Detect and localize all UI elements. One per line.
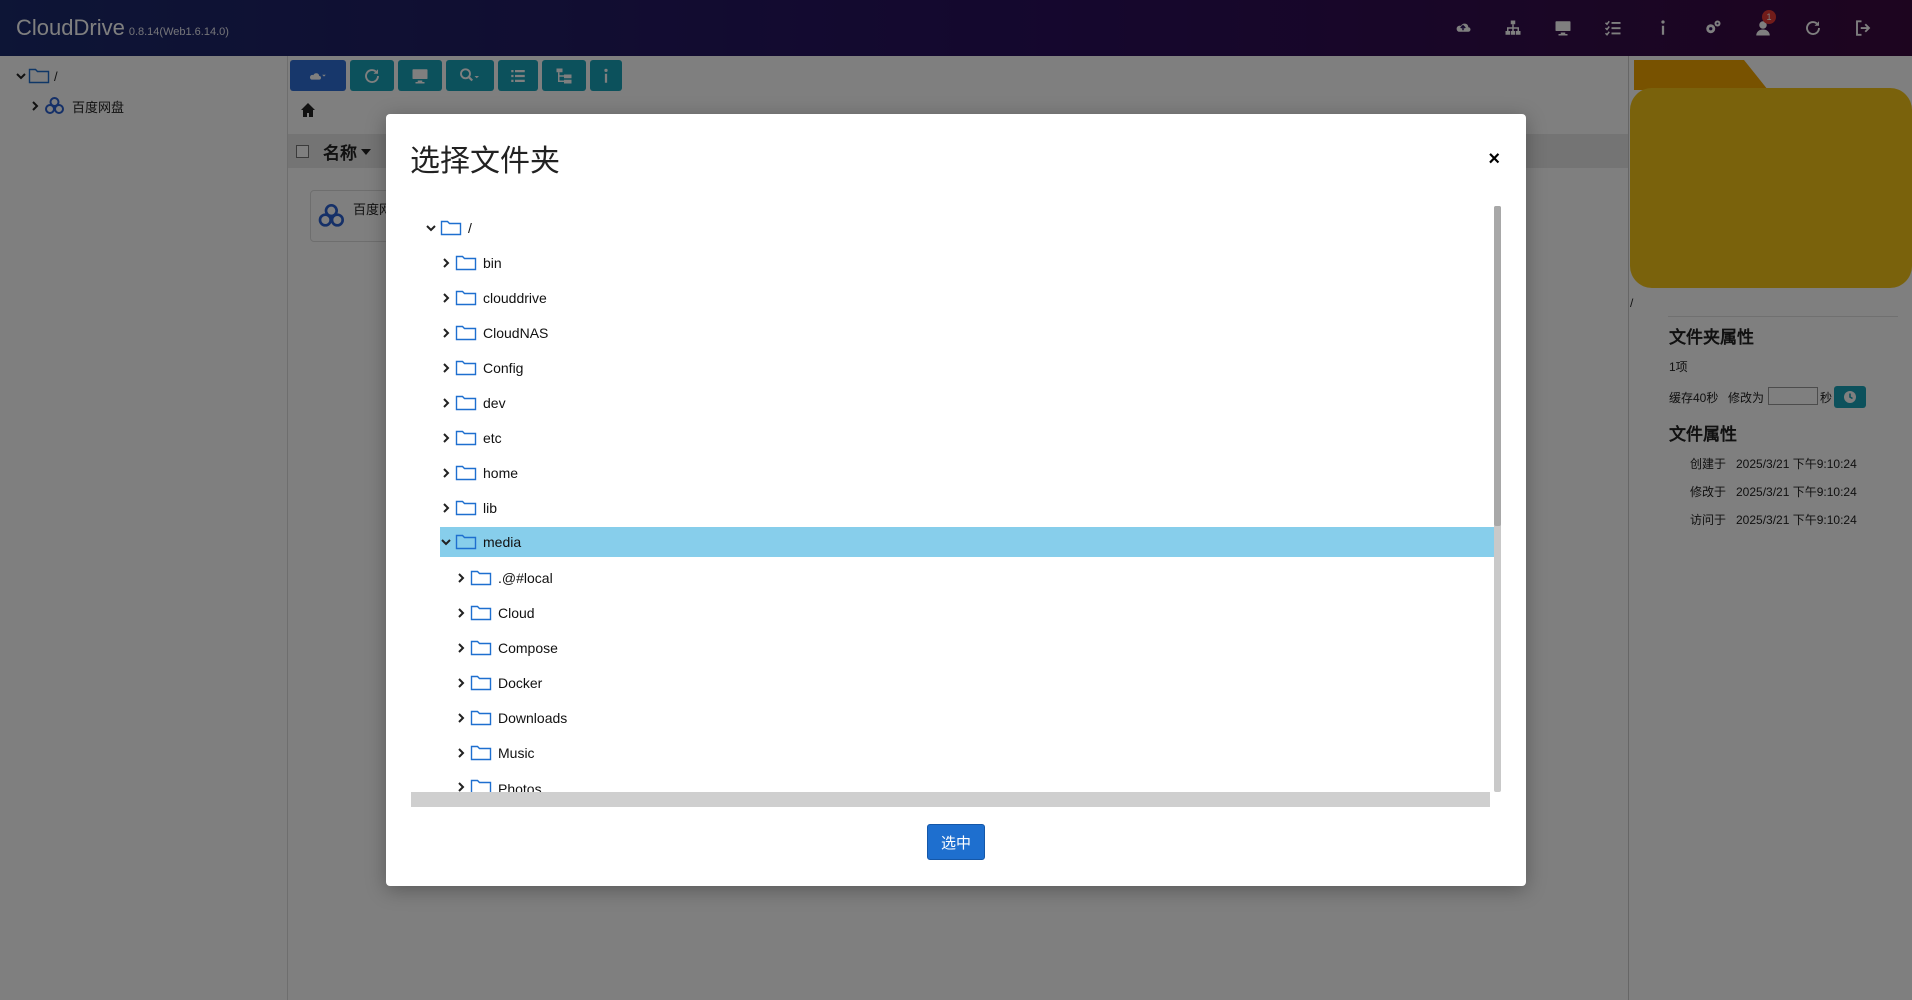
tree-node-label: .@#local — [498, 570, 553, 586]
folder-icon — [455, 534, 477, 550]
tree-node[interactable]: Compose — [454, 633, 558, 663]
tree-node[interactable]: bin — [439, 248, 502, 278]
folder-icon — [470, 640, 492, 656]
tree-node[interactable]: etc — [439, 423, 502, 453]
chevron-down-icon[interactable] — [424, 221, 438, 235]
chevron-right-icon[interactable] — [454, 571, 468, 585]
folder-icon — [440, 220, 462, 236]
tree-node-label: media — [483, 534, 522, 550]
chevron-right-icon[interactable] — [439, 291, 453, 305]
folder-icon — [455, 465, 477, 481]
tree-node-label: Photos — [498, 781, 542, 792]
chevron-down-icon[interactable] — [439, 535, 453, 549]
chevron-right-icon[interactable] — [439, 256, 453, 270]
tree-node[interactable]: lib — [439, 493, 497, 523]
folder-icon — [455, 500, 477, 516]
chevron-right-icon[interactable] — [454, 641, 468, 655]
tree-node-label: home — [483, 465, 519, 481]
tree-node[interactable]: clouddrive — [439, 283, 547, 313]
tree-node-label: etc — [483, 430, 502, 446]
tree-node-label: bin — [483, 255, 502, 271]
folder-icon — [470, 570, 492, 586]
tree-node-label: dev — [483, 395, 506, 411]
tree-node-label: CloudNAS — [483, 325, 549, 341]
chevron-right-icon[interactable] — [439, 501, 453, 515]
chevron-right-icon[interactable] — [454, 780, 468, 792]
tree-node[interactable]: CloudNAS — [439, 318, 548, 348]
chevron-right-icon[interactable] — [439, 361, 453, 375]
chevron-right-icon[interactable] — [439, 326, 453, 340]
tree-node[interactable]: Cloud — [454, 598, 535, 628]
chevron-right-icon[interactable] — [439, 431, 453, 445]
select-folder-dialog: 选择文件夹 × — [386, 114, 1526, 886]
tree-node[interactable]: home — [439, 458, 518, 488]
chevron-right-icon[interactable] — [454, 676, 468, 690]
tree-node-label: Downloads — [498, 710, 568, 726]
selected-row-highlight — [440, 527, 1495, 557]
select-button[interactable]: 选中 — [927, 824, 985, 860]
folder-icon — [455, 325, 477, 341]
tree-node-root[interactable]: / — [424, 213, 472, 243]
chevron-right-icon[interactable] — [439, 466, 453, 480]
folder-icon — [455, 395, 477, 411]
tree-node-label: Compose — [498, 640, 558, 656]
tree-node-selected[interactable]: media — [439, 527, 521, 557]
tree-node-label: Config — [483, 360, 524, 376]
tree-node[interactable]: Music — [454, 738, 535, 768]
tree-node[interactable]: dev — [439, 388, 506, 418]
chevron-right-icon[interactable] — [454, 711, 468, 725]
folder-icon — [455, 360, 477, 376]
close-button[interactable]: × — [1488, 148, 1500, 171]
folder-icon — [470, 675, 492, 691]
tree-node[interactable]: Downloads — [454, 703, 567, 733]
tree-node-label: Docker — [498, 675, 543, 691]
vertical-scrollbar-thumb[interactable] — [1494, 206, 1501, 526]
dialog-title: 选择文件夹 — [410, 145, 560, 178]
folder-icon — [470, 710, 492, 726]
folder-icon — [470, 605, 492, 621]
folder-icon — [470, 745, 492, 761]
tree-node-label: Music — [498, 745, 535, 761]
chevron-right-icon[interactable] — [439, 396, 453, 410]
chevron-right-icon[interactable] — [454, 746, 468, 760]
folder-icon — [455, 290, 477, 306]
horizontal-scrollbar[interactable] — [411, 792, 1490, 807]
tree-node[interactable]: Docker — [454, 668, 542, 698]
tree-node[interactable]: .@#local — [454, 563, 553, 593]
tree-node-label: / — [468, 220, 472, 236]
folder-icon — [470, 779, 492, 792]
chevron-right-icon[interactable] — [454, 606, 468, 620]
tree-node[interactable]: Config — [439, 353, 523, 383]
folder-icon — [455, 430, 477, 446]
tree-node-label: clouddrive — [483, 290, 547, 306]
tree-node[interactable]: Photos — [454, 773, 542, 792]
folder-icon — [455, 255, 477, 271]
tree-node-label: lib — [483, 500, 498, 516]
tree-node-label: Cloud — [498, 605, 535, 621]
